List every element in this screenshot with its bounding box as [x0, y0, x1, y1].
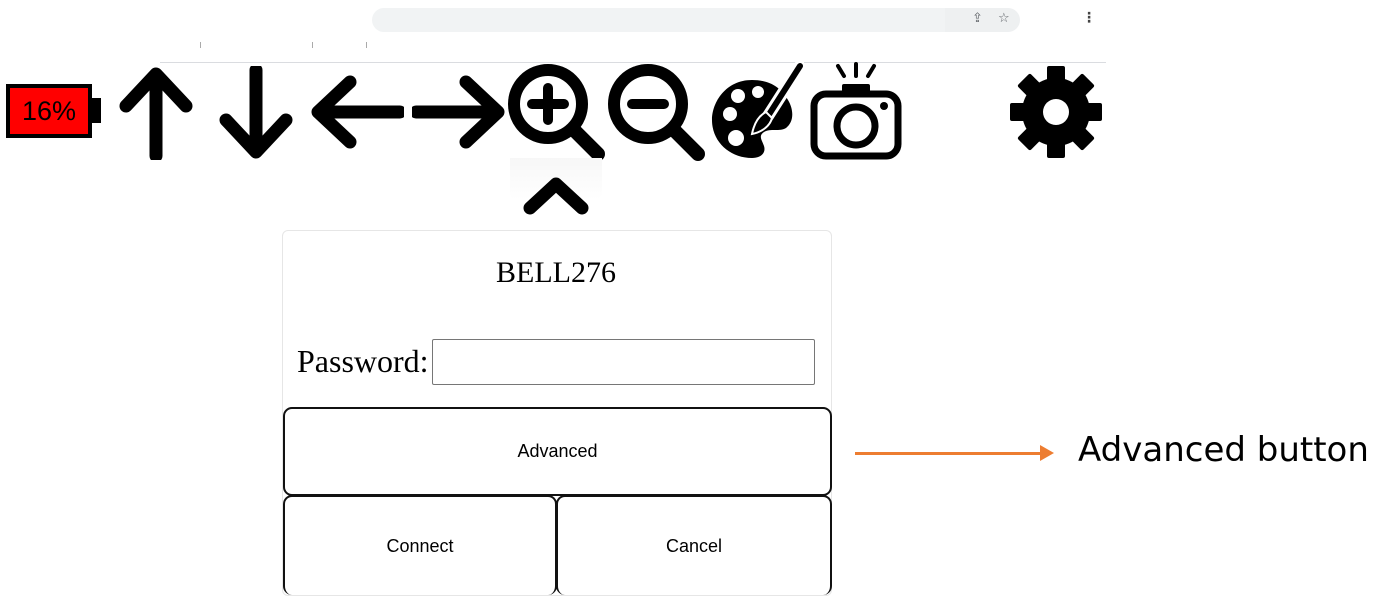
zoom-out-icon[interactable] [606, 62, 706, 162]
advanced-button[interactable]: Advanced [283, 407, 832, 496]
arrow-up-icon[interactable] [118, 64, 198, 160]
arrow-down-icon[interactable] [218, 66, 298, 162]
arrow-right-icon[interactable] [412, 70, 506, 154]
annotation-arrow-line [855, 452, 1041, 455]
password-label: Password: [297, 343, 429, 379]
gear-icon[interactable] [1008, 64, 1104, 160]
password-input[interactable] [432, 339, 815, 385]
camera-icon[interactable] [808, 62, 904, 162]
star-icon[interactable]: ☆ [998, 11, 1010, 27]
annotation-label: Advanced button [1078, 430, 1369, 470]
chevron-up-icon[interactable] [522, 176, 590, 216]
bookmark-mark [312, 42, 316, 48]
bookmark-mark [200, 42, 204, 48]
zoom-in-icon[interactable] [506, 62, 606, 162]
kebab-menu-icon[interactable]: ⋮ [1082, 10, 1096, 26]
network-name: BELL276 [496, 256, 616, 289]
share-icon[interactable]: ⇪ [972, 11, 983, 27]
battery-level: 16% [21, 95, 77, 126]
annotation-arrow-head [1040, 445, 1054, 461]
palette-icon[interactable] [708, 62, 804, 162]
arrow-left-icon[interactable] [310, 70, 404, 154]
address-bar[interactable] [372, 8, 1018, 32]
cancel-button[interactable]: Cancel [556, 495, 832, 595]
connect-button[interactable]: Connect [283, 495, 557, 595]
bookmark-mark [366, 42, 370, 48]
battery-tip [92, 98, 101, 123]
